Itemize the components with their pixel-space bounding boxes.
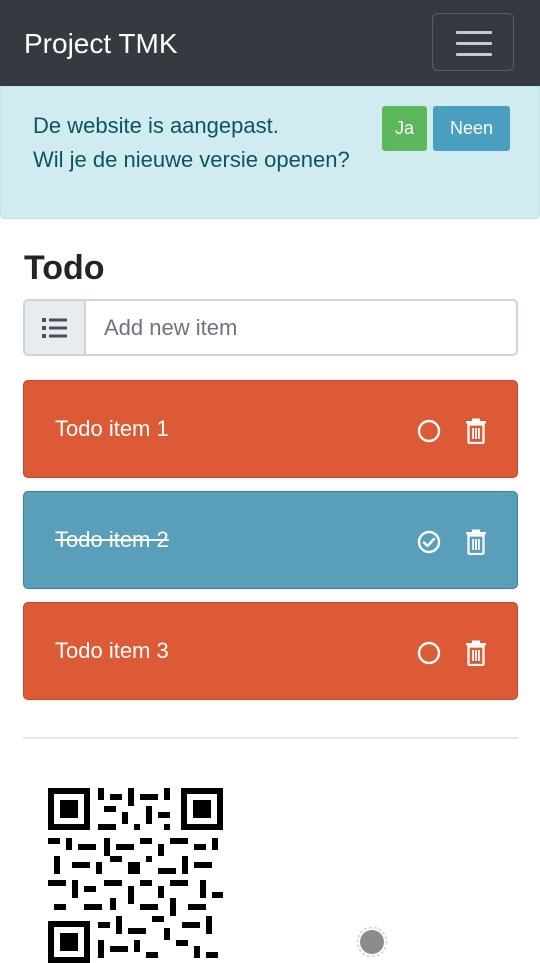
todo-item-label: Todo item 3: [55, 638, 169, 663]
brand-title[interactable]: Project TMK: [24, 26, 178, 62]
yes-button[interactable]: Ja: [382, 106, 427, 151]
update-alert: De website is aangepast. Wil je de nieuw…: [0, 86, 540, 219]
trash-icon[interactable]: [465, 640, 487, 666]
todo-item-label: Todo item 1: [55, 416, 169, 441]
navbar: Project TMK: [0, 0, 540, 87]
todo-item[interactable]: Todo item 2: [23, 491, 518, 589]
page-title: Todo: [24, 249, 105, 287]
menu-toggle-button[interactable]: [432, 13, 514, 71]
add-item-input[interactable]: [88, 301, 516, 354]
todo-item-label: Todo item 2: [55, 527, 169, 552]
alert-line-2: Wil je de nieuwe versie openen?: [33, 147, 350, 172]
divider: [23, 737, 518, 739]
todo-item[interactable]: Todo item 3: [23, 602, 518, 700]
todo-item[interactable]: Todo item 1: [23, 380, 518, 478]
trash-icon[interactable]: [465, 418, 487, 444]
list-icon: [42, 318, 67, 338]
add-item-group: [23, 299, 518, 356]
circle-icon[interactable]: [417, 641, 441, 665]
alert-line-1: De website is aangepast.: [33, 113, 279, 138]
input-prepend: [25, 301, 86, 354]
no-button[interactable]: Neen: [433, 106, 510, 151]
circle-icon[interactable]: [417, 419, 441, 443]
alert-message: De website is aangepast. Wil je de nieuw…: [33, 109, 350, 177]
loading-spinner-icon: [356, 926, 388, 958]
check-circle-icon[interactable]: [417, 530, 441, 554]
qr-code-icon: [48, 788, 223, 963]
trash-icon[interactable]: [465, 529, 487, 555]
